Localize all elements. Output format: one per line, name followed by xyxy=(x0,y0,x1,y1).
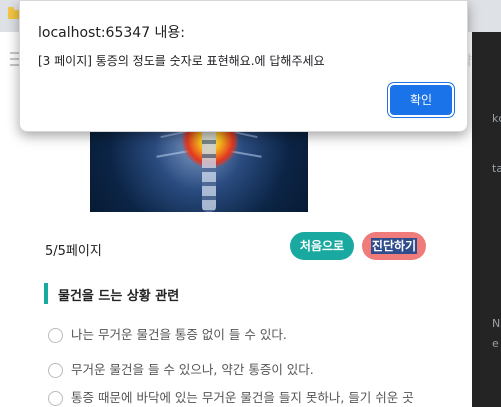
alert-dialog: localhost:65347 내용: [3 페이지] 통증의 정도를 숫자로 … xyxy=(19,0,468,132)
page-indicator: 5/5페이지 xyxy=(45,244,102,259)
go-first-button[interactable]: 처음으로 xyxy=(290,232,354,260)
devtools-fragment: N xyxy=(492,317,501,330)
devtools-fragment: ta xyxy=(492,162,501,175)
diagnose-button[interactable]: 진단하기 xyxy=(362,232,426,260)
answer-option[interactable]: 통증 때문에 바닥에 있는 무거운 물건을 들지 못하나, 들기 쉬운 곳 xyxy=(48,387,468,406)
option-label: 나는 무거운 물건을 통증 없이 들 수 있다. xyxy=(71,327,287,342)
option-label: 통증 때문에 바닥에 있는 무거운 물건을 들지 못하나, 들기 쉬운 곳 xyxy=(71,390,414,405)
devtools-panel: kc ta e N xyxy=(472,32,501,407)
devtools-fragment: e xyxy=(492,337,499,350)
ok-button[interactable]: 확인 xyxy=(390,85,452,115)
dialog-title: localhost:65347 내용: xyxy=(38,25,186,41)
radio-button[interactable] xyxy=(48,391,63,406)
dialog-message: [3 페이지] 통증의 정도를 숫자로 표현해요.에 답해주세요 xyxy=(38,54,325,68)
devtools-fragment: kc xyxy=(492,112,501,125)
diagnose-button-label: 진단하기 xyxy=(370,238,418,254)
option-label: 무거운 물건을 들 수 있으나, 약간 통증이 있다. xyxy=(71,362,314,377)
answer-option[interactable]: 나는 무거운 물건을 통증 없이 들 수 있다. xyxy=(48,324,468,343)
section-accent-bar xyxy=(44,283,48,304)
answer-option[interactable]: 무거운 물건을 들 수 있으나, 약간 통증이 있다. xyxy=(48,359,468,378)
radio-button[interactable] xyxy=(48,363,63,378)
section-title: 물건을 드는 상황 관련 xyxy=(58,289,180,304)
radio-button[interactable] xyxy=(48,328,63,343)
